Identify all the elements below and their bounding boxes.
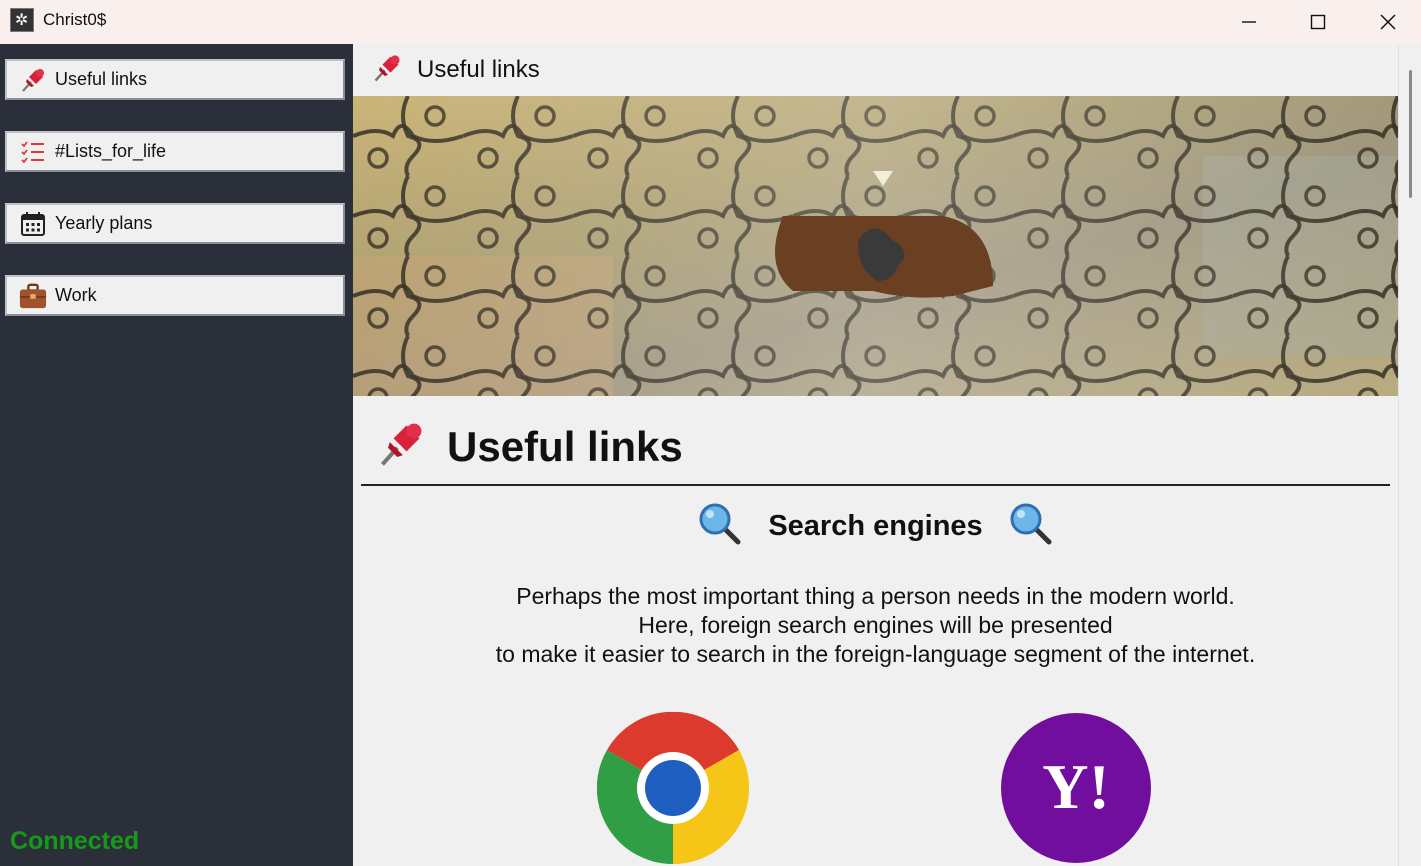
window-title: Christ0$ — [43, 10, 107, 29]
calendar-icon — [19, 210, 47, 238]
list-icon — [19, 138, 47, 166]
sidebar-item-label: Work — [55, 285, 97, 305]
section-title: Search engines — [768, 510, 983, 542]
minimize-button[interactable] — [1219, 0, 1279, 44]
content-panel: Useful links Useful links Search engines… — [353, 44, 1398, 866]
page-title: Useful links — [447, 422, 683, 470]
sidebar-item-yearly-plans[interactable]: Yearly plans — [5, 203, 345, 244]
description-line: Perhaps the most important thing a perso… — [516, 583, 1235, 609]
sidebar: Useful links #Lists_for_life Yearly plan… — [0, 44, 353, 866]
maximize-button[interactable] — [1288, 0, 1348, 44]
title-bar: Christ0$ — [0, 0, 1421, 44]
close-icon — [1380, 14, 1396, 30]
puzzle-pieces-image — [353, 96, 1398, 396]
yahoo-link[interactable]: Y! — [1000, 712, 1152, 864]
yahoo-logo-icon: Y! — [1001, 713, 1151, 863]
pushpin-icon — [19, 66, 47, 94]
magnifier-icon — [1009, 502, 1053, 551]
section-heading: Useful links — [375, 418, 683, 475]
divider — [361, 484, 1390, 486]
banner-image — [353, 96, 1398, 396]
close-button[interactable] — [1358, 0, 1418, 44]
description-line: Here, foreign search engines will be pre… — [638, 612, 1113, 638]
scroll-thumb[interactable] — [1409, 70, 1412, 198]
sidebar-item-label: Yearly plans — [55, 213, 153, 233]
vertical-scrollbar[interactable] — [1398, 44, 1421, 866]
breadcrumb: Useful links — [371, 52, 540, 88]
yahoo-logo-text: Y! — [1042, 751, 1110, 822]
chrome-link[interactable] — [596, 711, 750, 865]
pushpin-icon — [371, 52, 403, 89]
description: Perhaps the most important thing a perso… — [353, 582, 1398, 669]
sidebar-item-label: Useful links — [55, 69, 148, 89]
maximize-icon — [1310, 14, 1326, 30]
pushpin-icon — [375, 418, 427, 475]
magnifier-icon — [698, 502, 742, 551]
app-icon — [10, 8, 34, 32]
sidebar-item-label: #Lists_for_life — [55, 141, 167, 161]
sidebar-item-useful-links[interactable]: Useful links — [5, 59, 345, 100]
connection-status: Connected — [10, 827, 140, 855]
minimize-icon — [1242, 21, 1256, 23]
description-line: to make it easier to search in the forei… — [495, 641, 1256, 667]
search-engines-heading: Search engines — [353, 502, 1398, 551]
chrome-logo-icon — [596, 711, 750, 865]
sidebar-item-lists-for-life[interactable]: #Lists_for_life — [5, 131, 345, 172]
sidebar-item-work[interactable]: Work — [5, 275, 345, 316]
breadcrumb-label: Useful links — [417, 56, 540, 83]
briefcase-icon — [19, 282, 47, 310]
